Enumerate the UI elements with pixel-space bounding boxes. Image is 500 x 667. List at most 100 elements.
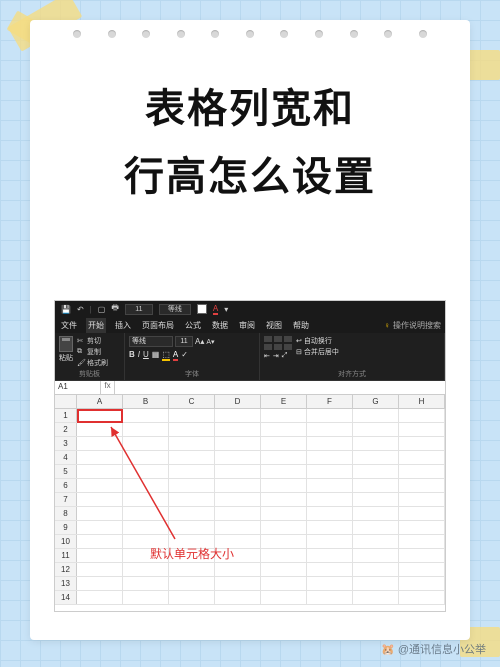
cell[interactable] [169, 437, 215, 450]
cell[interactable] [399, 409, 445, 422]
cell[interactable] [399, 563, 445, 576]
cell[interactable] [353, 577, 399, 590]
fill-color-button[interactable]: ⬚ [162, 350, 170, 361]
tell-me-search[interactable]: ♀ 操作说明搜索 [384, 320, 441, 331]
col-header[interactable]: D [215, 395, 261, 408]
cell[interactable] [77, 549, 123, 562]
cell[interactable] [123, 521, 169, 534]
cell[interactable] [399, 507, 445, 520]
decrease-indent-icon[interactable]: ⇤ [264, 352, 270, 360]
cell[interactable] [77, 479, 123, 492]
cell[interactable] [123, 563, 169, 576]
cell[interactable] [169, 451, 215, 464]
name-box[interactable]: A1 [55, 381, 101, 394]
cell[interactable] [77, 465, 123, 478]
merge-center-button[interactable]: ⊟合并后居中 [296, 347, 339, 357]
cell[interactable] [169, 563, 215, 576]
align-buttons[interactable] [264, 336, 292, 350]
select-all-corner[interactable] [55, 395, 77, 408]
format-painter-button[interactable]: 🖌格式刷 [77, 358, 108, 368]
cell[interactable] [169, 591, 215, 604]
cell[interactable] [353, 521, 399, 534]
cell[interactable] [123, 451, 169, 464]
row-header[interactable]: 3 [55, 437, 77, 450]
fx-icon[interactable]: fx [101, 381, 115, 394]
cell[interactable] [123, 437, 169, 450]
qat-more-icon[interactable]: ▾ [224, 305, 228, 314]
cell[interactable] [169, 521, 215, 534]
phonetic-button[interactable]: ✓ [181, 350, 188, 361]
tab-home[interactable]: 开始 [86, 318, 106, 333]
cell[interactable] [307, 535, 353, 548]
cell[interactable] [77, 577, 123, 590]
cell[interactable] [77, 521, 123, 534]
cell[interactable] [307, 409, 353, 422]
col-header[interactable]: C [169, 395, 215, 408]
col-header[interactable]: A [77, 395, 123, 408]
cell[interactable] [77, 409, 123, 422]
cell[interactable] [307, 423, 353, 436]
qat-fill-swatch[interactable] [197, 304, 207, 314]
row-header[interactable]: 1 [55, 409, 77, 422]
cell[interactable] [261, 465, 307, 478]
row-header[interactable]: 14 [55, 591, 77, 604]
col-header[interactable]: E [261, 395, 307, 408]
cell[interactable] [123, 479, 169, 492]
cell[interactable] [399, 479, 445, 492]
italic-button[interactable]: I [138, 350, 140, 361]
undo-icon[interactable]: ↶ [77, 305, 84, 314]
cell[interactable] [353, 493, 399, 506]
tab-help[interactable]: 帮助 [291, 318, 311, 333]
cell[interactable] [215, 423, 261, 436]
cell[interactable] [261, 535, 307, 548]
cell[interactable] [261, 479, 307, 492]
border-button[interactable]: ▦ [152, 350, 160, 361]
cell[interactable] [307, 549, 353, 562]
cell[interactable] [399, 437, 445, 450]
row-header[interactable]: 13 [55, 577, 77, 590]
cell[interactable] [399, 465, 445, 478]
cell[interactable] [215, 465, 261, 478]
cell[interactable] [215, 507, 261, 520]
cell[interactable] [77, 563, 123, 576]
cell[interactable] [353, 479, 399, 492]
row-header[interactable]: 4 [55, 451, 77, 464]
cell[interactable] [261, 521, 307, 534]
cell[interactable] [261, 409, 307, 422]
cell[interactable] [261, 451, 307, 464]
formula-bar[interactable] [115, 381, 445, 394]
cell[interactable] [261, 591, 307, 604]
cell[interactable] [123, 423, 169, 436]
cell[interactable] [169, 493, 215, 506]
cell[interactable] [215, 577, 261, 590]
cell[interactable] [307, 437, 353, 450]
row-header[interactable]: 8 [55, 507, 77, 520]
cell[interactable] [353, 465, 399, 478]
tab-formulas[interactable]: 公式 [183, 318, 203, 333]
cell[interactable] [215, 437, 261, 450]
cell[interactable] [215, 493, 261, 506]
tab-file[interactable]: 文件 [59, 318, 79, 333]
cell[interactable] [307, 577, 353, 590]
cell[interactable] [77, 451, 123, 464]
copy-button[interactable]: ⧉复制 [77, 347, 108, 357]
cell[interactable] [123, 591, 169, 604]
cell[interactable] [123, 409, 169, 422]
cell[interactable] [353, 437, 399, 450]
cell[interactable] [215, 591, 261, 604]
row-header[interactable]: 12 [55, 563, 77, 576]
cell[interactable] [307, 591, 353, 604]
cut-button[interactable]: ✄剪切 [77, 336, 108, 346]
cell[interactable] [307, 521, 353, 534]
col-header[interactable]: F [307, 395, 353, 408]
row-header[interactable]: 11 [55, 549, 77, 562]
qat-font-box[interactable]: 等线 [159, 304, 191, 315]
tab-insert[interactable]: 插入 [113, 318, 133, 333]
row-header[interactable]: 5 [55, 465, 77, 478]
qat-font-color[interactable]: A [213, 304, 218, 315]
cell[interactable] [169, 423, 215, 436]
cell[interactable] [307, 465, 353, 478]
cell[interactable] [399, 521, 445, 534]
cell[interactable] [215, 451, 261, 464]
cell[interactable] [307, 507, 353, 520]
